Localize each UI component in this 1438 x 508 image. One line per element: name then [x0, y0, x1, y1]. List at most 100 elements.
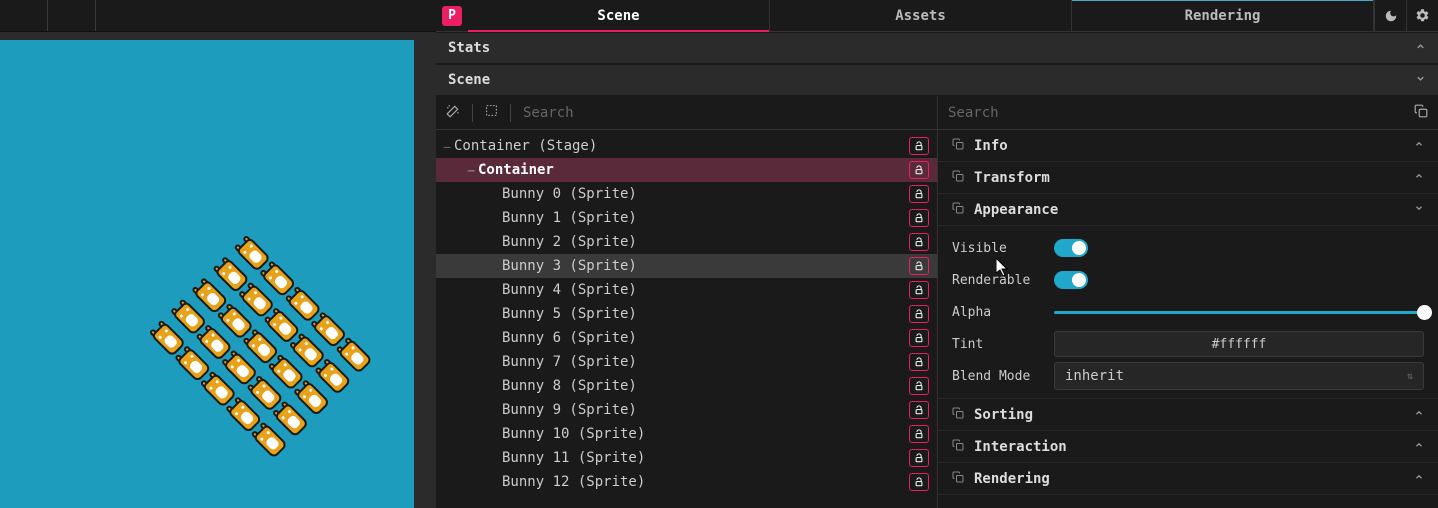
theme-toggle-icon[interactable]	[1374, 0, 1406, 31]
appearance-body: Visible Renderable Alpha Tint	[938, 226, 1438, 399]
lock-icon[interactable]	[909, 377, 929, 395]
lock-icon[interactable]	[909, 329, 929, 347]
prop-tint: Tint	[952, 328, 1424, 360]
tree-item-sprite[interactable]: Bunny 6 (Sprite)	[436, 326, 937, 350]
prop-section-info[interactable]: Info	[938, 130, 1438, 162]
bounds-icon[interactable]	[485, 104, 498, 121]
tree-item-label: Bunny 0 (Sprite)	[502, 186, 637, 202]
chevron-down-icon	[1415, 73, 1426, 87]
prop-section-label: Appearance	[974, 202, 1058, 218]
section-scene[interactable]: Scene	[436, 64, 1438, 96]
prop-blend-mode: Blend Mode inherit ⇅	[952, 360, 1424, 392]
prop-renderable: Renderable	[952, 264, 1424, 296]
chevron-up-icon	[1414, 139, 1424, 152]
lock-icon[interactable]	[909, 473, 929, 491]
lock-icon[interactable]	[909, 233, 929, 251]
lock-icon[interactable]	[909, 353, 929, 371]
prop-section-label: Info	[974, 138, 1008, 154]
empty-tab[interactable]	[48, 0, 96, 31]
prop-section-sorting[interactable]: Sorting	[938, 399, 1438, 431]
lock-icon[interactable]	[909, 185, 929, 203]
lock-icon[interactable]	[909, 401, 929, 419]
chevron-down-icon	[1414, 203, 1424, 216]
prop-alpha: Alpha	[952, 296, 1424, 328]
tree-item-container[interactable]: —Container	[436, 158, 937, 182]
copy-icon[interactable]	[952, 138, 964, 154]
empty-tab	[96, 0, 436, 31]
alpha-slider[interactable]	[1054, 311, 1424, 314]
section-stats[interactable]: Stats	[436, 32, 1438, 64]
tab-assets[interactable]: Assets	[770, 0, 1072, 31]
copy-icon[interactable]	[952, 471, 964, 487]
tree-item-sprite[interactable]: Bunny 12 (Sprite)	[436, 470, 937, 494]
expander-icon[interactable]: —	[464, 164, 478, 177]
section-scene-label: Scene	[448, 72, 490, 88]
game-canvas[interactable]	[0, 40, 414, 508]
canvas-wrapper	[0, 32, 436, 508]
lock-icon[interactable]	[909, 137, 929, 155]
tree-item-sprite[interactable]: Bunny 4 (Sprite)	[436, 278, 937, 302]
copy-icon[interactable]	[952, 407, 964, 423]
tree-item-sprite[interactable]: Bunny 1 (Sprite)	[436, 206, 937, 230]
tree-item-sprite[interactable]: Bunny 5 (Sprite)	[436, 302, 937, 326]
tree-item-sprite[interactable]: Bunny 0 (Sprite)	[436, 182, 937, 206]
inspector-panel: P Scene Assets Rendering Stats Scene	[436, 0, 1438, 508]
tab-rendering[interactable]: Rendering	[1072, 0, 1374, 31]
tint-input[interactable]	[1054, 331, 1424, 357]
chevron-up-icon	[1414, 472, 1424, 485]
tree-item-sprite[interactable]: Bunny 9 (Sprite)	[436, 398, 937, 422]
prop-section-interaction[interactable]: Interaction	[938, 431, 1438, 463]
tree-item-sprite[interactable]: Bunny 10 (Sprite)	[436, 422, 937, 446]
tree-item-sprite[interactable]: Bunny 3 (Sprite)	[436, 254, 937, 278]
tree-item-label: Bunny 11 (Sprite)	[502, 450, 645, 466]
lock-icon[interactable]	[909, 449, 929, 467]
prop-section-transform[interactable]: Transform	[938, 162, 1438, 194]
prop-section-rendering[interactable]: Rendering	[938, 463, 1438, 495]
tree-item-sprite[interactable]: Bunny 8 (Sprite)	[436, 374, 937, 398]
search-input[interactable]	[523, 105, 927, 121]
copy-icon[interactable]	[952, 202, 964, 218]
lock-icon[interactable]	[909, 257, 929, 275]
top-tabs: P Scene Assets Rendering	[436, 0, 1438, 32]
copy-icon[interactable]	[952, 170, 964, 186]
tree-item-sprite[interactable]: Bunny 7 (Sprite)	[436, 350, 937, 374]
logo-badge: P	[442, 6, 462, 26]
wand-icon[interactable]	[446, 104, 460, 122]
scene-tree: —Container (Stage)—ContainerBunny 0 (Spr…	[436, 130, 937, 508]
prop-label: Visible	[952, 241, 1054, 256]
tree-item-label: Bunny 10 (Sprite)	[502, 426, 645, 442]
prop-section-appearance[interactable]: Appearance	[938, 194, 1438, 226]
app-logo[interactable]: P	[436, 0, 468, 31]
lock-icon[interactable]	[909, 425, 929, 443]
prop-label: Blend Mode	[952, 369, 1054, 384]
expander-icon[interactable]: —	[440, 140, 454, 153]
copy-icon[interactable]	[952, 439, 964, 455]
copy-icon[interactable]	[1414, 104, 1428, 122]
lock-icon[interactable]	[909, 305, 929, 323]
renderable-toggle[interactable]	[1054, 271, 1088, 289]
lock-icon[interactable]	[909, 281, 929, 299]
scene-tree-pane: —Container (Stage)—ContainerBunny 0 (Spr…	[436, 96, 938, 508]
settings-icon[interactable]	[1406, 0, 1438, 31]
tab-scene[interactable]: Scene	[468, 0, 770, 31]
tree-item-stage[interactable]: —Container (Stage)	[436, 134, 937, 158]
tree-item-label: Container (Stage)	[454, 138, 597, 154]
lock-icon[interactable]	[909, 161, 929, 179]
lock-icon[interactable]	[909, 209, 929, 227]
visible-toggle[interactable]	[1054, 239, 1088, 257]
sprite-grid	[148, 234, 380, 466]
tree-item-label: Bunny 1 (Sprite)	[502, 210, 637, 226]
tree-item-label: Bunny 12 (Sprite)	[502, 474, 645, 490]
prop-section-label: Rendering	[974, 471, 1050, 487]
tree-item-sprite[interactable]: Bunny 11 (Sprite)	[436, 446, 937, 470]
tree-item-sprite[interactable]: Bunny 2 (Sprite)	[436, 230, 937, 254]
search-input[interactable]	[948, 105, 1414, 121]
tree-item-label: Bunny 7 (Sprite)	[502, 354, 637, 370]
blend-mode-select[interactable]: inherit ⇅	[1054, 362, 1424, 390]
empty-tab[interactable]	[0, 0, 48, 31]
prop-section-label: Interaction	[974, 439, 1067, 455]
tree-item-label: Bunny 9 (Sprite)	[502, 402, 637, 418]
props-toolbar	[938, 96, 1438, 130]
slider-thumb[interactable]	[1417, 305, 1432, 320]
tree-item-label: Bunny 6 (Sprite)	[502, 330, 637, 346]
